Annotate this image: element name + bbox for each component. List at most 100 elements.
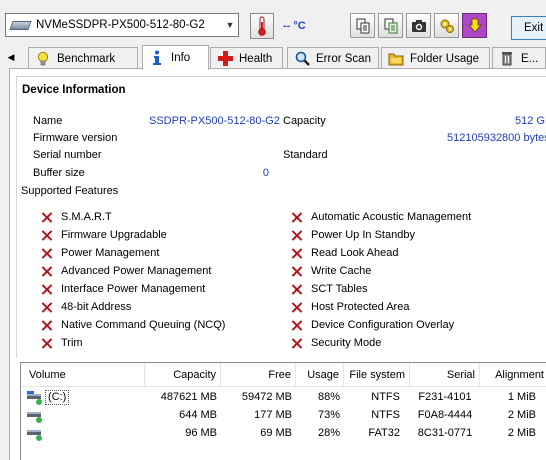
exit-button[interactable]: Exit	[511, 16, 546, 40]
cross-icon	[41, 266, 52, 277]
name-value: SSDPR-PX500-512-80-G2	[149, 115, 280, 127]
screenshot-button[interactable]	[406, 13, 431, 38]
device-information-title: Device Information	[22, 84, 126, 96]
drive-select[interactable]: NVMeSSDPR-PX500-512-80-G2 ▼	[5, 13, 239, 37]
feature-label: Security Mode	[311, 337, 382, 349]
thermometer-icon	[250, 13, 274, 39]
volume-icon	[27, 409, 43, 423]
column-header-volume[interactable]: Volume	[21, 363, 145, 387]
capacity-label: Capacity	[283, 115, 326, 127]
feature-label: Automatic Acoustic Management	[311, 211, 472, 223]
volume-serial: 8C31-0771	[417, 427, 473, 439]
feature-label: Power Management	[61, 247, 160, 259]
cross-icon	[41, 320, 52, 331]
device-information-group: Device Information Name SSDPR-PX500-512-…	[16, 76, 546, 358]
column-header-alignment[interactable]: Alignment	[480, 363, 546, 387]
tab-benchmark[interactable]: Benchmark	[28, 47, 138, 69]
feature-label: 48-bit Address	[61, 301, 132, 313]
feature-label: SCT Tables	[311, 283, 368, 295]
volume-list-header: Volume Capacity Free Usage File system S…	[21, 363, 546, 387]
feature-item: Native Command Queuing (NCQ)	[41, 319, 225, 331]
feature-item: Automatic Acoustic Management	[291, 211, 471, 223]
tab-folder-usage-label: Folder Usage	[410, 52, 480, 65]
info-icon	[149, 50, 165, 66]
arrow-down-icon	[467, 18, 482, 33]
cross-icon	[291, 248, 302, 259]
column-header-usage[interactable]: Usage	[296, 363, 344, 387]
volume-free: 177 MB	[254, 409, 292, 421]
feature-label: Trim	[61, 337, 83, 349]
volume-serial: F0A8-4444	[417, 409, 473, 421]
serial-number-label: Serial number	[33, 149, 102, 161]
feature-item: Device Configuration Overlay	[291, 319, 454, 331]
copy-button[interactable]	[350, 13, 375, 38]
feature-label: Interface Power Management	[61, 283, 206, 295]
drive-icon	[11, 20, 31, 30]
cross-icon	[41, 302, 52, 313]
feature-item: S.M.A.R.T	[41, 211, 112, 223]
tab-error-scan[interactable]: Error Scan	[287, 47, 379, 69]
feature-item: Write Cache	[291, 265, 371, 277]
table-row[interactable]: 96 MB 69 MB 28% FAT32 8C31-0771 2 MiB	[21, 425, 546, 442]
tab-erase[interactable]: E...	[492, 47, 546, 69]
copy-all-button[interactable]	[378, 13, 403, 38]
feature-label: S.M.A.R.T	[61, 211, 112, 223]
volume-usage: 28%	[317, 427, 340, 439]
volume-icon	[27, 427, 43, 441]
feature-item: Advanced Power Management	[41, 265, 211, 277]
volume-file-system: NTFS	[371, 409, 400, 421]
name-label: Name	[33, 115, 63, 127]
feature-item: Trim	[41, 337, 83, 349]
standard-label: Standard	[283, 149, 328, 161]
cross-icon	[291, 212, 302, 223]
chevron-down-icon[interactable]: ▼	[222, 20, 238, 30]
volume-file-system: FAT32	[368, 427, 400, 439]
volume-alignment: 2 MiB	[507, 409, 536, 421]
tab-erase-label: E...	[521, 52, 539, 65]
column-header-capacity[interactable]: Capacity	[145, 363, 221, 387]
lightbulb-icon	[35, 51, 51, 67]
cross-icon	[41, 230, 52, 241]
options-button[interactable]	[434, 13, 459, 38]
tab-health[interactable]: Health	[210, 47, 283, 69]
tab-scroll-left-icon[interactable]: ◀	[4, 48, 18, 66]
cross-icon	[41, 212, 52, 223]
feature-item: Read Look Ahead	[291, 247, 398, 259]
capacity-bytes-value: 512105932800 bytes	[447, 132, 546, 144]
cross-icon	[41, 248, 52, 259]
volume-capacity: 96 MB	[185, 427, 217, 439]
trash-icon	[499, 51, 515, 67]
cross-icon	[291, 230, 302, 241]
column-header-free[interactable]: Free	[221, 363, 296, 387]
feature-item: SCT Tables	[291, 283, 367, 295]
volume-serial: F231-4101	[418, 391, 472, 403]
firmware-label: Firmware version	[33, 132, 118, 144]
feature-item: Firmware Upgradable	[41, 229, 167, 241]
cross-icon	[291, 266, 302, 277]
magnifier-icon	[294, 51, 310, 67]
tab-bar: ◀ Benchmark Info Health Error Scan Folde…	[0, 45, 546, 70]
feature-label: Read Look Ahead	[311, 247, 399, 259]
volume-capacity: 487621 MB	[160, 391, 217, 403]
info-panel: Device Information Name SSDPR-PX500-512-…	[9, 68, 546, 460]
volume-name: (C:)	[45, 390, 70, 405]
supported-features-label: Supported Features	[21, 185, 119, 197]
download-button[interactable]	[462, 13, 487, 38]
buffer-size-value: 0	[262, 167, 269, 179]
feature-item: Host Protected Area	[291, 301, 409, 313]
column-header-file-system[interactable]: File system	[344, 363, 410, 387]
tab-health-label: Health	[239, 52, 273, 65]
column-header-serial[interactable]: Serial	[410, 363, 480, 387]
tab-folder-usage[interactable]: Folder Usage	[381, 47, 490, 69]
table-row[interactable]: 644 MB 177 MB 73% NTFS F0A8-4444 2 MiB	[21, 407, 546, 424]
feature-label: Native Command Queuing (NCQ)	[61, 319, 226, 331]
table-row[interactable]: (C:) 487621 MB 59472 MB 88% NTFS F231-41…	[21, 389, 546, 406]
feature-label: Write Cache	[311, 265, 372, 277]
volume-usage: 73%	[317, 409, 340, 421]
volume-free: 59472 MB	[241, 391, 292, 403]
tab-info-label: Info	[171, 52, 191, 64]
tab-info[interactable]: Info	[142, 45, 209, 70]
volume-file-system: NTFS	[371, 391, 400, 403]
cross-icon	[291, 338, 302, 349]
volume-list[interactable]: Volume Capacity Free Usage File system S…	[20, 362, 546, 460]
